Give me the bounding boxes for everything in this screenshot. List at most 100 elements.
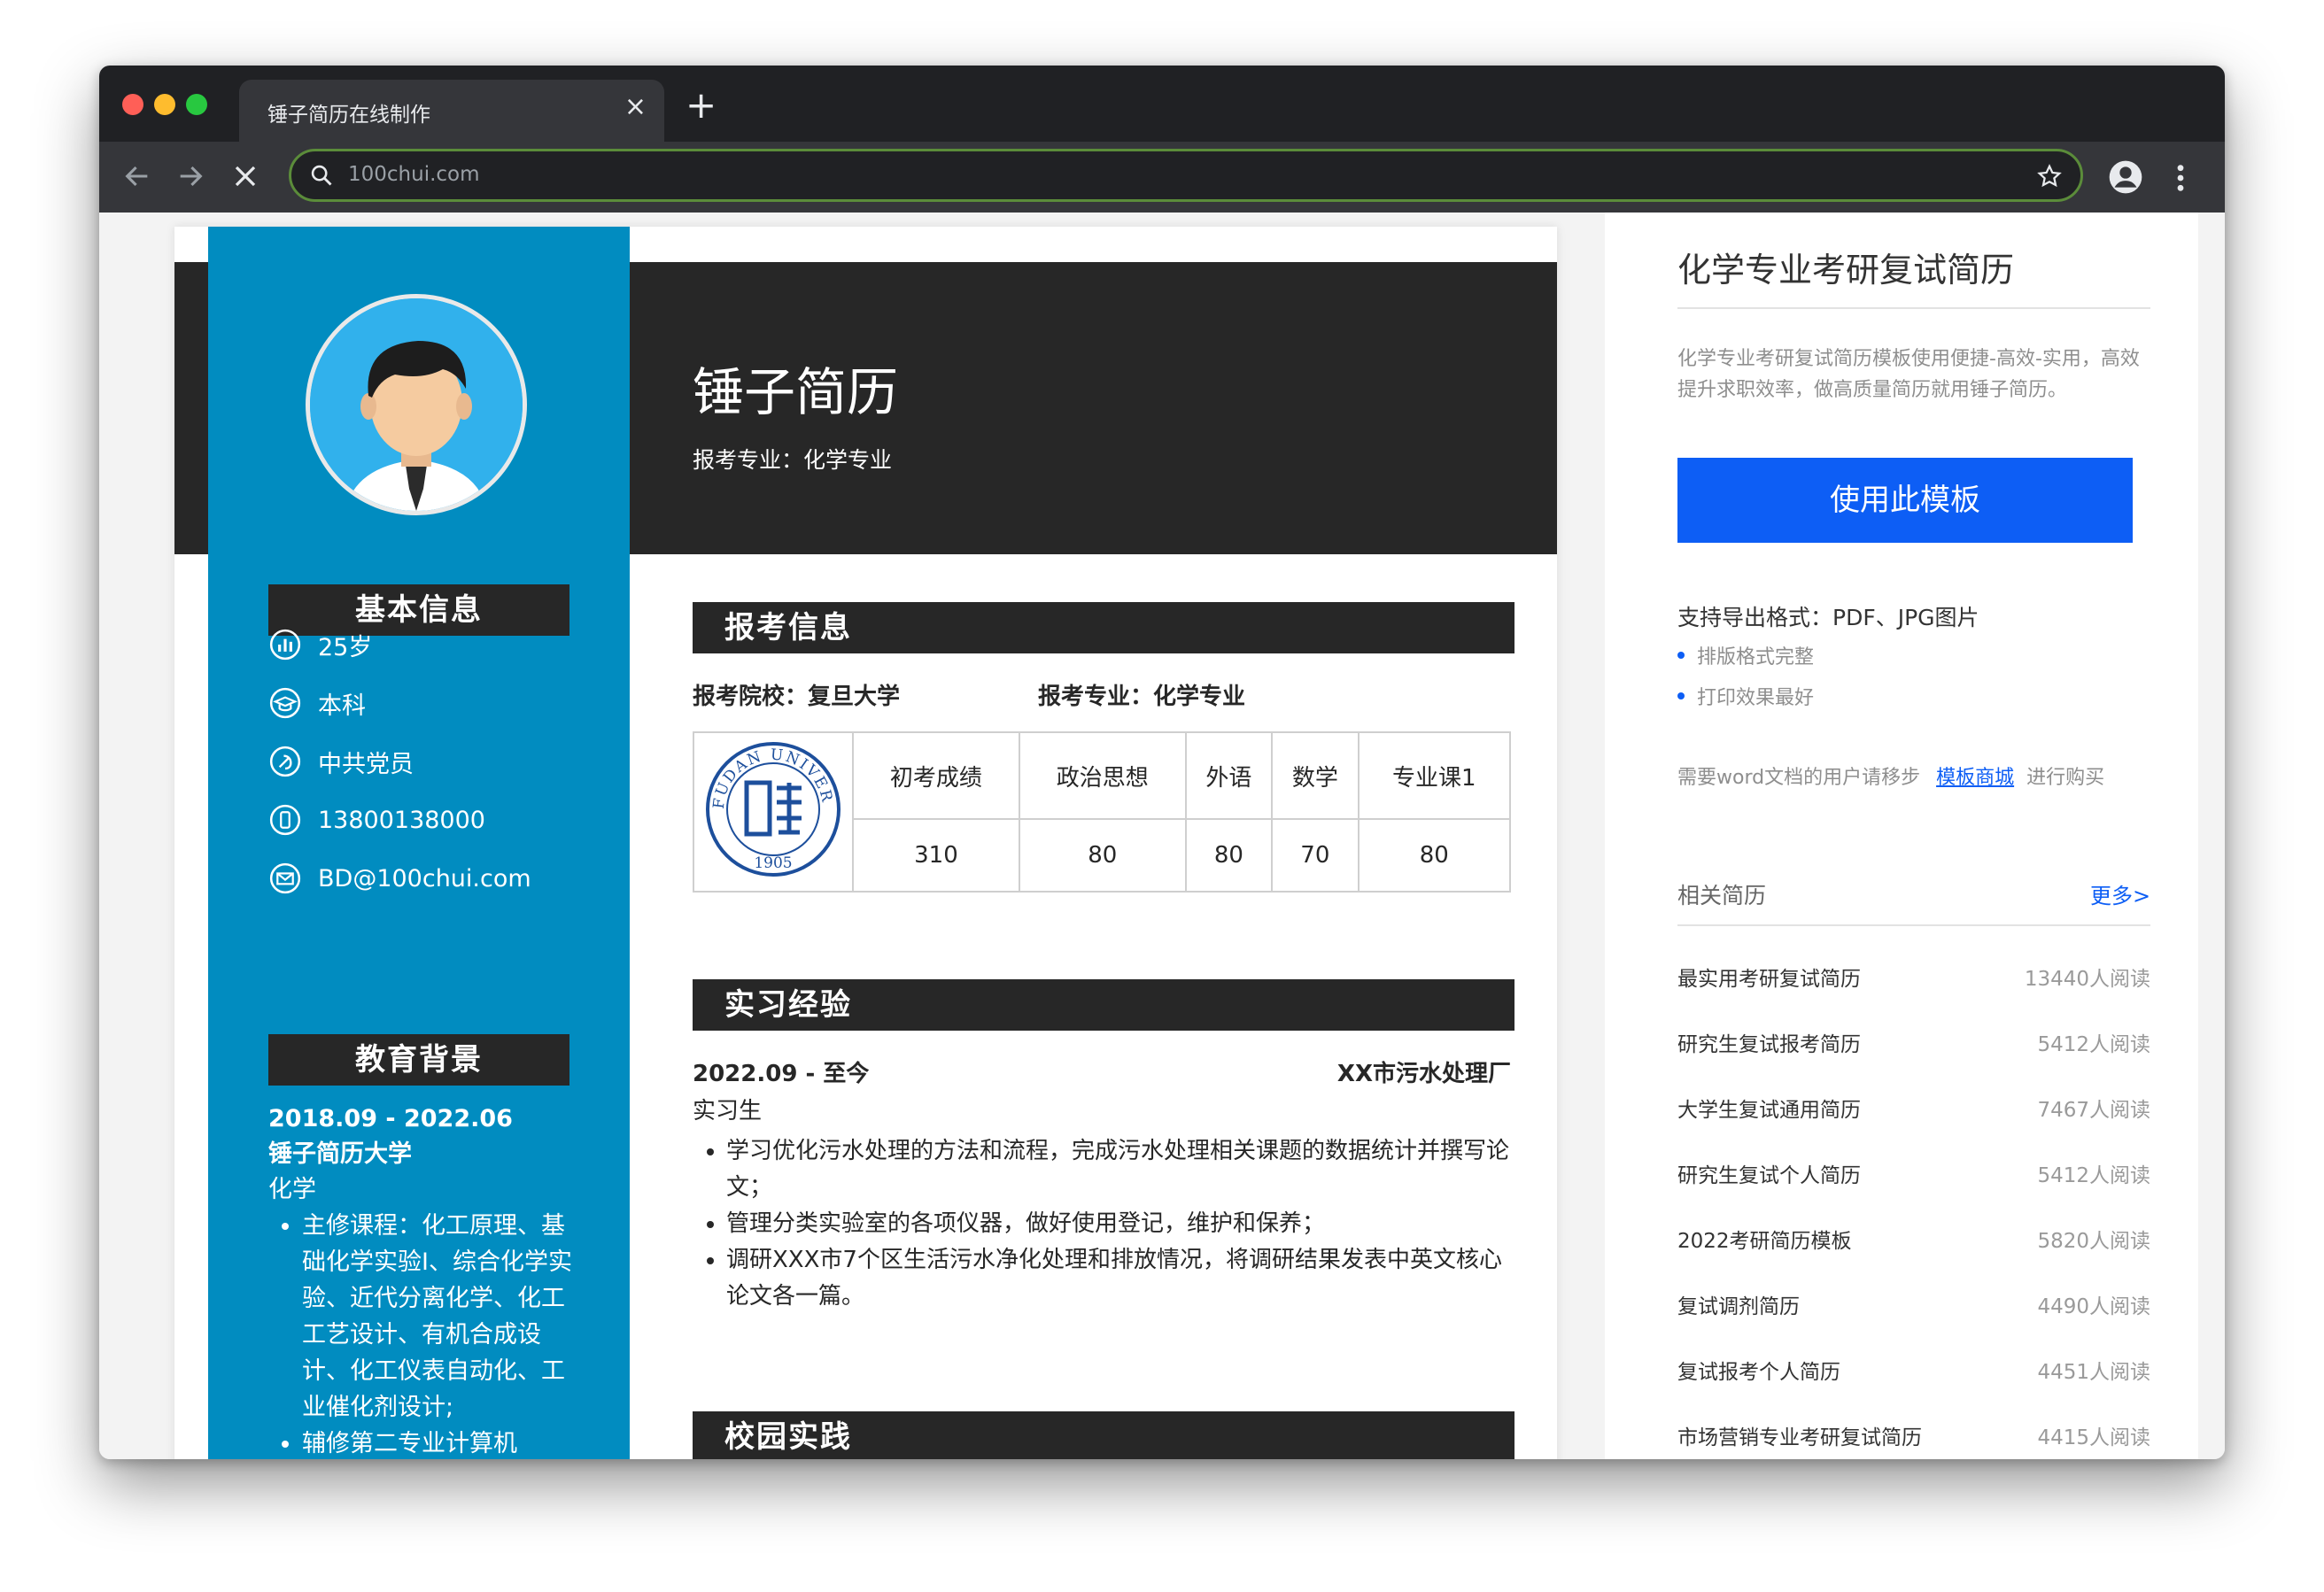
tab-strip: 锤子简历在线制作 × + bbox=[99, 66, 2225, 142]
party-text: 中共党员 bbox=[318, 750, 414, 778]
bullet-dot-icon bbox=[1677, 652, 1685, 659]
more-link[interactable]: 更多> bbox=[2090, 878, 2150, 909]
template-title: 化学专业考研复试简历 bbox=[1677, 251, 2015, 290]
score-table: FUDAN UNIVERSITY 1905 初考成绩 政治思想 外语 数学 专业… bbox=[693, 725, 1512, 893]
email-text: BD@100chui.com bbox=[318, 864, 531, 893]
duty-item: 调研XXX市7个区生活污水净化处理和排放情况，将调研结果发表中英文核心论文各一篇… bbox=[726, 1242, 1514, 1315]
internship-duties: 学习优化污水处理的方法和流程，完成污水处理相关课题的数据统计并撰写论文； 管理分… bbox=[693, 1133, 1514, 1315]
template-description: 化学专业考研复试简历模板使用便捷-高效-实用，高效提升求职效率，做高质量简历就用… bbox=[1677, 348, 2140, 401]
score-header-cell: 数学 bbox=[1271, 730, 1360, 821]
score-value-cell: 70 bbox=[1271, 818, 1360, 893]
course-item: 主修课程：化工原理、基础化学实验I、综合化学实验、近代分离化学、化工工艺设计、有… bbox=[302, 1208, 577, 1426]
duty-item: 管理分类实验室的各项仪器，做好使用登记，维护和保养； bbox=[726, 1206, 1514, 1242]
related-item[interactable]: 研究生复试个人简历 5412人阅读 bbox=[1677, 1158, 2150, 1188]
related-item[interactable]: 大学生复试通用简历 7467人阅读 bbox=[1677, 1093, 2150, 1123]
minimize-window-button[interactable] bbox=[154, 94, 175, 115]
feature-text: 排版格式完整 bbox=[1697, 646, 1815, 668]
education-major: 化学 bbox=[268, 1176, 316, 1203]
profile-avatar-icon[interactable] bbox=[2108, 159, 2143, 195]
party-icon bbox=[269, 746, 301, 777]
related-count: 7467人阅读 bbox=[2037, 1099, 2150, 1122]
use-template-button[interactable]: 使用此模板 bbox=[1677, 458, 2133, 543]
age-text: 25岁 bbox=[318, 633, 373, 661]
related-count: 5412人阅读 bbox=[2037, 1033, 2150, 1056]
related-item[interactable]: 研究生复试报考简历 5412人阅读 bbox=[1677, 1027, 2150, 1057]
template-store-link[interactable]: 模板商城 bbox=[1936, 767, 2014, 789]
education-school: 锤子简历大学 bbox=[268, 1140, 412, 1168]
avatar-illustration-icon bbox=[310, 298, 523, 511]
address-bar[interactable]: 100chui.com bbox=[289, 149, 2083, 202]
education-courses: 主修课程：化工原理、基础化学实验I、综合化学实验、近代分离化学、化工工艺设计、有… bbox=[268, 1208, 577, 1459]
tab-active[interactable]: 锤子简历在线制作 × bbox=[239, 80, 664, 142]
resume-preview: 基本信息 25岁 本科 中共党员 13800138000 BD@100chui.… bbox=[174, 227, 1557, 1459]
stop-loading-icon[interactable] bbox=[232, 163, 259, 189]
related-count: 5820人阅读 bbox=[2037, 1230, 2150, 1253]
note-prefix: 需要word文档的用户请移步 bbox=[1677, 767, 1921, 789]
internship-role: 实习生 bbox=[693, 1098, 763, 1124]
feature-item: 打印效果最好 bbox=[1677, 682, 1814, 710]
avatar bbox=[306, 294, 527, 515]
related-count: 5412人阅读 bbox=[2037, 1164, 2150, 1187]
score-value-cell: 80 bbox=[1357, 818, 1512, 893]
related-title: 2022考研简历模板 bbox=[1677, 1230, 1852, 1253]
browser-menu-icon[interactable] bbox=[2175, 163, 2186, 193]
browser-window: 锤子简历在线制作 × + 100chui.com 基本信息 25岁 本科 中共党… bbox=[99, 66, 2225, 1459]
related-count: 13440人阅读 bbox=[2024, 968, 2150, 991]
page-content: 基本信息 25岁 本科 中共党员 13800138000 BD@100chui.… bbox=[99, 213, 2225, 1459]
related-count: 4415人阅读 bbox=[2037, 1426, 2150, 1449]
degree-text: 本科 bbox=[318, 692, 366, 720]
divider bbox=[1677, 924, 2150, 926]
close-tab-icon[interactable]: × bbox=[624, 94, 647, 120]
back-arrow-icon[interactable] bbox=[122, 161, 152, 191]
basic-info-phone: 13800138000 bbox=[268, 800, 485, 839]
internship-period: 2022.09 - 至今 bbox=[693, 1061, 870, 1087]
campus-header: 校园实践 bbox=[693, 1411, 1514, 1459]
close-window-button[interactable] bbox=[122, 94, 143, 115]
related-title: 研究生复试报考简历 bbox=[1677, 1033, 1861, 1056]
basic-info-email: BD@100chui.com bbox=[268, 859, 531, 898]
related-title: 最实用考研复试简历 bbox=[1677, 968, 1861, 991]
related-title: 大学生复试通用简历 bbox=[1677, 1099, 1861, 1122]
forward-arrow-icon[interactable] bbox=[175, 161, 205, 191]
related-item[interactable]: 复试报考个人简历 4451人阅读 bbox=[1677, 1355, 2150, 1385]
search-icon bbox=[311, 165, 332, 186]
logo-year: 1905 bbox=[754, 854, 792, 872]
related-resumes-title: 相关简历 bbox=[1677, 883, 1767, 908]
bullet-dot-icon bbox=[1677, 692, 1685, 699]
divider bbox=[1677, 307, 2150, 309]
resume-major-line: 报考专业：化学专业 bbox=[693, 447, 893, 473]
bookmark-star-icon[interactable] bbox=[2036, 163, 2063, 189]
word-note: 需要word文档的用户请移步 模板商城 进行购买 bbox=[1677, 761, 2104, 790]
related-count: 4451人阅读 bbox=[2037, 1361, 2150, 1384]
education-block: 2018.09 - 2022.06 锤子简历大学 化学 主修课程：化工原理、基础… bbox=[268, 1101, 577, 1459]
related-title: 复试报考个人简历 bbox=[1677, 1361, 1840, 1384]
related-item[interactable]: 2022考研简历模板 5820人阅读 bbox=[1677, 1224, 2150, 1254]
duty-item: 学习优化污水处理的方法和流程，完成污水处理相关课题的数据统计并撰写论文； bbox=[726, 1133, 1514, 1206]
related-item[interactable]: 复试调剂简历 4490人阅读 bbox=[1677, 1289, 2150, 1319]
template-sidebar: 化学专业考研复试简历 化学专业考研复试简历模板使用便捷-高效-实用，高效提升求职… bbox=[1605, 213, 2198, 1459]
basic-info-party: 中共党员 bbox=[268, 742, 414, 781]
related-title: 复试调剂简历 bbox=[1677, 1295, 1800, 1318]
basic-info-age: 25岁 bbox=[268, 625, 372, 664]
education-period: 2018.09 - 2022.06 bbox=[268, 1105, 513, 1132]
feature-text: 打印效果最好 bbox=[1697, 687, 1815, 709]
score-header-cell: 专业课1 bbox=[1357, 730, 1512, 821]
related-title: 市场营销专业考研复试简历 bbox=[1677, 1426, 1922, 1449]
internship-header: 实习经验 bbox=[693, 979, 1514, 1031]
export-formats: 支持导出格式：PDF、JPG图片 bbox=[1677, 605, 1979, 630]
apply-school: 报考院校：复旦大学 bbox=[693, 684, 901, 710]
related-title: 研究生复试个人简历 bbox=[1677, 1164, 1861, 1187]
resume-name: 锤子简历 bbox=[693, 362, 899, 422]
related-item[interactable]: 市场营销专业考研复试简历 4415人阅读 bbox=[1677, 1420, 2150, 1450]
university-logo-cell: FUDAN UNIVERSITY 1905 bbox=[693, 725, 854, 893]
related-count: 4490人阅读 bbox=[2037, 1295, 2150, 1318]
related-item[interactable]: 最实用考研复试简历 13440人阅读 bbox=[1677, 962, 2150, 992]
resume-left-column: 基本信息 25岁 本科 中共党员 13800138000 BD@100chui.… bbox=[208, 227, 630, 1459]
note-suffix: 进行购买 bbox=[2026, 767, 2105, 789]
apply-major: 报考专业：化学专业 bbox=[1038, 684, 1246, 710]
apply-info-header: 报考信息 bbox=[693, 602, 1514, 653]
phone-icon bbox=[269, 804, 301, 836]
basic-info-degree: 本科 bbox=[268, 684, 366, 723]
new-tab-button[interactable]: + bbox=[686, 87, 717, 124]
zoom-window-button[interactable] bbox=[186, 94, 207, 115]
